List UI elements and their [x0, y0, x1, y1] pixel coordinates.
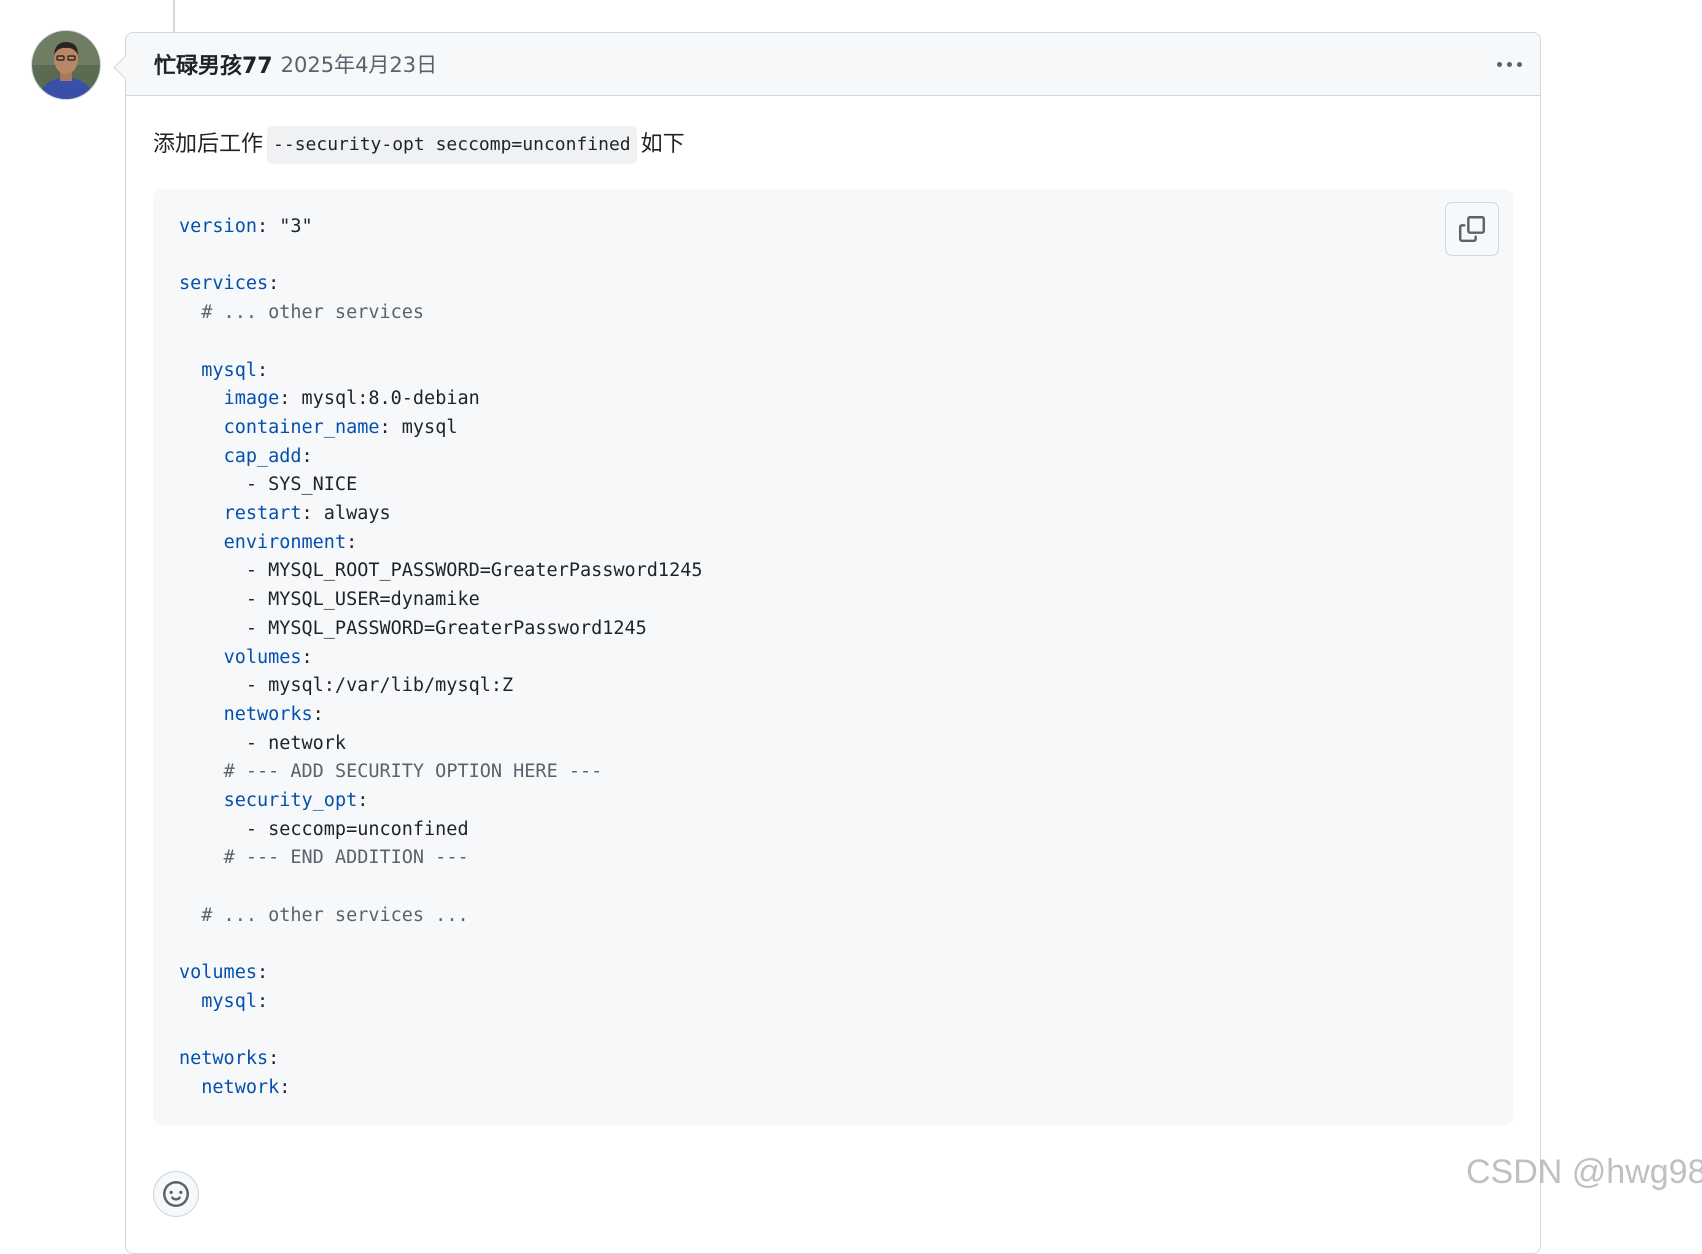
watermark: CSDN @hwg985 — [1466, 1153, 1702, 1191]
code-line: # ... other services — [201, 302, 425, 324]
kebab-horizontal-icon — [1516, 61, 1522, 67]
code-line: volumes: — [223, 646, 313, 668]
code-line: - mysql:/var/lib/mysql:Z — [179, 675, 514, 697]
code-line: mysql: — [201, 359, 269, 381]
comment-body: 添加后工作 --security-opt seccomp=unconfined … — [126, 96, 1540, 1125]
code-line: - MYSQL_USER=dynamike — [179, 589, 480, 611]
kebab-horizontal-icon — [1506, 61, 1512, 67]
code-line: networks: — [179, 1048, 280, 1070]
code-line: environment: — [223, 531, 358, 553]
author-avatar[interactable] — [32, 31, 100, 99]
avatar-image — [32, 31, 100, 99]
comment-text-after: 如下 — [640, 132, 685, 157]
code-line: container_name: mysql — [223, 416, 458, 438]
code-line: services: — [179, 273, 280, 295]
comment-date[interactable]: 2025年4月23日 — [281, 49, 438, 79]
code-line: security_opt: — [223, 790, 369, 812]
code-content[interactable]: version: "3" services: # ... other servi… — [153, 189, 1513, 1127]
code-line: volumes: — [179, 962, 269, 984]
code-line: version: "3" — [179, 216, 313, 237]
code-line: - MYSQL_ROOT_PASSWORD=GreaterPassword124… — [179, 560, 703, 582]
code-line: cap_add: — [223, 445, 313, 467]
code-line: mysql: — [201, 990, 269, 1012]
code-line: - network — [179, 732, 347, 754]
add-reaction-button[interactable] — [153, 1171, 199, 1217]
code-block: version: "3" services: # ... other servi… — [153, 189, 1513, 1125]
code-line: image: mysql:8.0-debian — [223, 388, 480, 410]
code-line: restart: always — [223, 503, 391, 525]
code-line: - seccomp=unconfined — [179, 818, 469, 840]
author-name[interactable]: 忙碌男孩77 — [154, 48, 273, 80]
smiley-icon — [163, 1181, 189, 1207]
code-line: # ... other services ... — [201, 904, 469, 926]
copy-icon — [1459, 216, 1485, 242]
code-line: # --- END ADDITION --- — [223, 847, 469, 869]
copy-button[interactable] — [1445, 202, 1499, 256]
comment-header: 忙碌男孩77 2025年4月23日 — [126, 33, 1540, 96]
code-line: networks: — [223, 703, 324, 725]
inline-code: --security-opt seccomp=unconfined — [267, 126, 637, 164]
code-line: network: — [201, 1077, 291, 1099]
code-line: - MYSQL_PASSWORD=GreaterPassword1245 — [179, 617, 647, 639]
kebab-horizontal-icon — [1496, 61, 1502, 67]
comment-card: 忙碌男孩77 2025年4月23日 添加后工作 --security-opt s… — [125, 32, 1541, 1254]
comment-text: 添加后工作 --security-opt seccomp=unconfined … — [153, 96, 1513, 164]
code-line: - SYS_NICE — [179, 474, 358, 496]
timeline-line — [173, 0, 175, 32]
more-options-button[interactable] — [1492, 51, 1526, 77]
comment-text-before: 添加后工作 — [153, 132, 264, 157]
code-line: # --- ADD SECURITY OPTION HERE --- — [223, 761, 603, 783]
